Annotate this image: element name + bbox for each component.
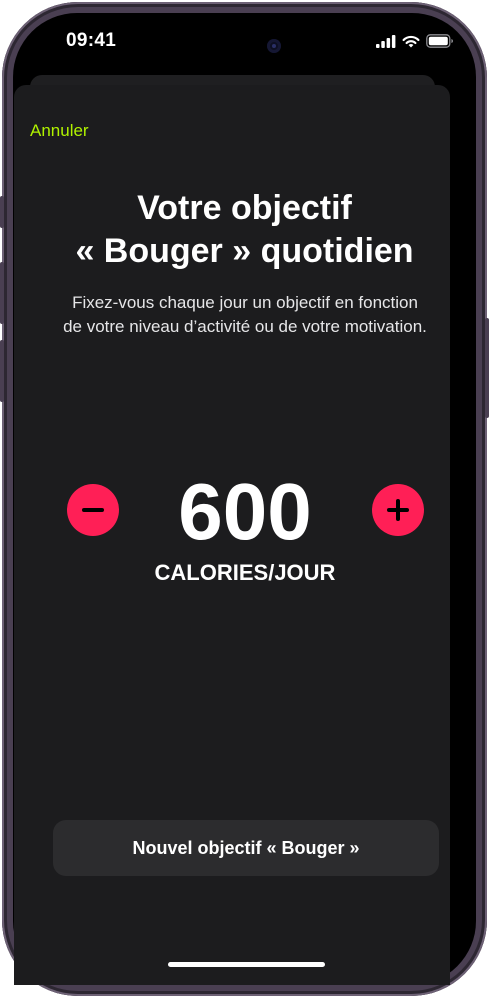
cancel-button[interactable]: Annuler — [30, 121, 89, 141]
page-subtitle: Fixez-vous chaque jour un objectif en fo… — [63, 293, 427, 336]
new-move-goal-button-label: Nouvel objectif « Bouger » — [132, 837, 360, 858]
page-title-line-1: Votre objectif — [137, 189, 352, 227]
page-title-line-2: « Bouger » quotidien — [75, 232, 414, 270]
decrease-goal-button[interactable] — [67, 484, 119, 536]
cellular-signal-icon — [376, 34, 396, 48]
side-button — [485, 318, 489, 418]
new-move-goal-button[interactable]: Nouvel objectif « Bouger » — [53, 820, 439, 876]
goal-value: 600 — [178, 467, 312, 556]
increase-goal-button[interactable] — [372, 484, 424, 536]
battery-icon — [426, 34, 453, 48]
page-title: Votre objectif « Bouger » quotidien — [0, 187, 489, 273]
plus-icon — [387, 499, 409, 521]
home-indicator[interactable] — [168, 962, 325, 967]
volume-down-button — [0, 340, 4, 402]
goal-unit-label: CALORIES/JOUR — [154, 560, 336, 585]
status-time: 09:41 — [66, 30, 117, 51]
minus-icon — [82, 508, 104, 512]
dynamic-island — [171, 28, 293, 64]
wifi-icon — [402, 35, 420, 47]
status-icons — [376, 33, 454, 49]
camera-icon — [267, 39, 281, 53]
